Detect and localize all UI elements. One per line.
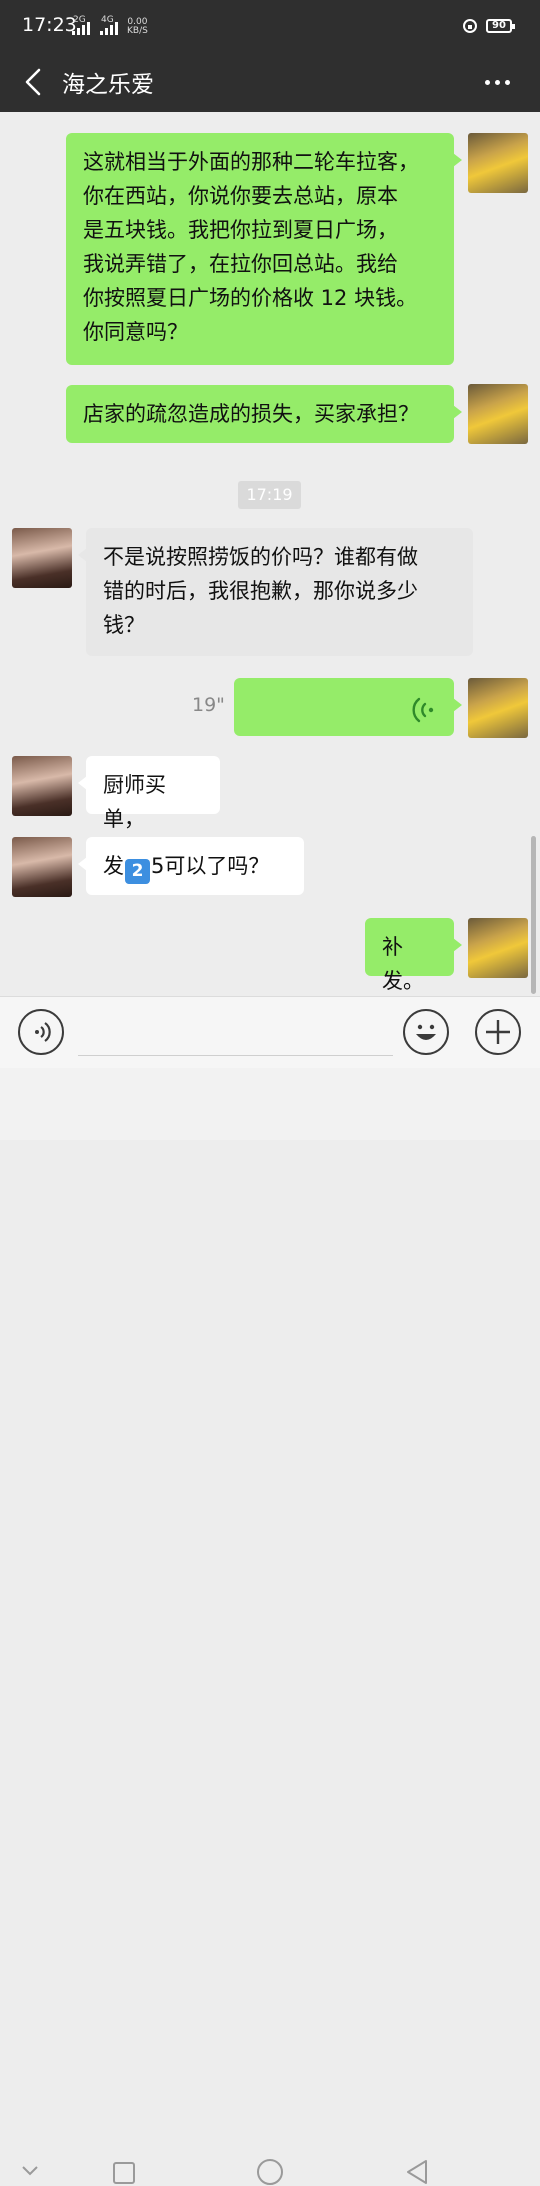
net-speed-unit: KB/S	[127, 26, 148, 36]
message-text-part: 发	[103, 854, 124, 878]
home-circle-icon[interactable]	[256, 2158, 284, 2186]
message-text-part: 5可以了吗？	[151, 854, 270, 878]
status-bar: 17:23 2G 4G 0.00 KB/S 90	[0, 0, 540, 52]
back-triangle-icon[interactable]	[404, 2158, 430, 2186]
self-avatar[interactable]	[468, 678, 528, 738]
message-bubble[interactable]: 店家的疏忽造成的损失，买家承担？	[66, 385, 462, 443]
more-functions-button[interactable]	[475, 1009, 521, 1055]
self-avatar[interactable]	[468, 384, 528, 444]
message-input[interactable]	[78, 1007, 393, 1056]
contact-avatar[interactable]	[12, 837, 72, 897]
emoji-button[interactable]	[403, 1009, 449, 1055]
chat-title: 海之乐爱	[62, 72, 154, 98]
signal-1-icon	[72, 22, 90, 35]
hide-nav-chevron-down-icon[interactable]	[20, 2164, 40, 2178]
more-options-icon[interactable]	[478, 64, 518, 100]
net-speed: 0.00 KB/S	[127, 18, 148, 36]
voice-input-button[interactable]	[18, 1009, 64, 1055]
message-bubble[interactable]: 不是说按照捞饭的价吗？谁都有做 错的时后，我很抱歉，那你说多少 钱？	[78, 528, 473, 656]
self-avatar[interactable]	[468, 918, 528, 978]
status-time: 17:23	[22, 14, 77, 36]
input-bar	[0, 996, 540, 1069]
alarm-icon	[463, 19, 477, 33]
voice-duration: 19"	[192, 694, 225, 716]
chat-header: 海之乐爱	[0, 52, 540, 112]
chat-scrollbar[interactable]	[531, 836, 536, 994]
signal-2-icon	[100, 22, 118, 35]
smiley-face-icon	[416, 1024, 436, 1040]
message-bubble[interactable]: 这就相当于外面的那种二轮车拉客， 你在西站，你说你要去总站，原本 是五块钱。我把…	[66, 133, 462, 365]
battery-icon: 90	[486, 19, 515, 33]
message-bubble[interactable]: 发 2 5可以了吗？	[78, 837, 304, 895]
contact-avatar[interactable]	[12, 756, 72, 816]
contact-avatar[interactable]	[12, 528, 72, 588]
message-timestamp: 17:19	[238, 481, 301, 509]
plus-icon	[486, 1020, 510, 1044]
message-bubble[interactable]: 厨师买单，	[78, 756, 220, 831]
recent-apps-square-icon[interactable]	[112, 2161, 136, 2185]
keycap-emoji-icon: 2	[125, 859, 150, 884]
self-avatar[interactable]	[468, 133, 528, 193]
back-arrow-icon[interactable]	[22, 66, 50, 98]
message-bubble[interactable]: 补发。	[365, 918, 462, 993]
system-nav-bar	[0, 1068, 540, 2185]
voice-input-icon	[35, 1022, 51, 1042]
voice-playback-icon	[412, 697, 434, 723]
